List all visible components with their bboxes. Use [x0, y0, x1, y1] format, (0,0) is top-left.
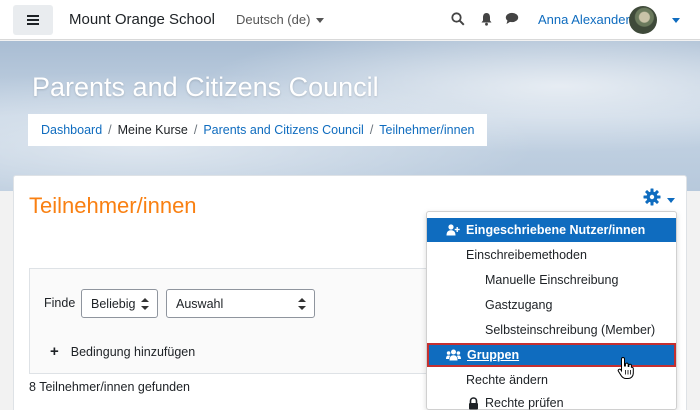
- user-plus-icon: [446, 224, 460, 236]
- menu-item-label: Einschreibemethoden: [466, 248, 587, 262]
- breadcrumb-course[interactable]: Parents and Citizens Council: [203, 123, 364, 137]
- hand-cursor-icon: [617, 356, 634, 379]
- menu-item-enrolled-users[interactable]: Eingeschriebene Nutzer/innen: [427, 218, 676, 242]
- filter-label: Finde: [44, 296, 76, 310]
- site-name-link[interactable]: Mount Orange School: [69, 11, 215, 28]
- gear-icon[interactable]: [643, 188, 661, 206]
- chevron-down-icon: [316, 18, 325, 24]
- menu-item-label: Rechte ändern: [466, 373, 549, 387]
- chat-icon[interactable]: [505, 12, 519, 25]
- chevron-down-icon[interactable]: [667, 198, 675, 203]
- menu-item-guest-access[interactable]: Gastzugang: [427, 293, 676, 317]
- lock-icon: [469, 396, 478, 409]
- user-menu-name[interactable]: Anna Alexander: [538, 12, 630, 27]
- breadcrumb-dashboard[interactable]: Dashboard: [41, 123, 102, 137]
- match-select-value: Beliebig: [91, 296, 136, 311]
- menu-item-label: Gruppen: [467, 348, 520, 362]
- users-icon: [446, 349, 461, 361]
- search-icon[interactable]: [451, 12, 465, 26]
- participants-count: 8 Teilnehmer/innen gefunden: [29, 380, 191, 394]
- bell-icon[interactable]: [480, 12, 493, 26]
- menu-item-label: Eingeschriebene Nutzer/innen: [466, 223, 646, 237]
- match-select[interactable]: Beliebig: [81, 289, 158, 318]
- breadcrumb-separator: /: [369, 123, 374, 137]
- breadcrumb-separator: /: [193, 123, 198, 137]
- chevron-down-icon[interactable]: [672, 18, 680, 23]
- menu-item-label: Rechte prüfen: [485, 396, 564, 410]
- section-heading: Teilnehmer/innen: [29, 193, 197, 218]
- breadcrumb: Dashboard / Meine Kurse / Parents and Ci…: [28, 114, 487, 146]
- filter-type-value: Auswahl: [176, 296, 224, 311]
- language-label: Deutsch (de): [236, 12, 311, 27]
- select-arrows-icon: [141, 298, 149, 310]
- menu-item-enrolment-methods[interactable]: Einschreibemethoden: [427, 243, 676, 267]
- menu-item-check-permissions[interactable]: Rechte prüfen: [427, 391, 676, 410]
- menu-item-label: Manuelle Einschreibung: [485, 273, 619, 287]
- menu-item-label: Gastzugang: [485, 298, 553, 312]
- language-menu[interactable]: Deutsch (de): [236, 12, 325, 27]
- breadcrumb-separator: /: [108, 123, 112, 137]
- menu-item-label: Selbsteinschreibung (Member): [485, 323, 656, 337]
- add-condition-label: Bedingung hinzufügen: [70, 344, 196, 359]
- menu-item-groups[interactable]: Gruppen: [427, 343, 676, 367]
- plus-icon: +: [50, 343, 59, 360]
- avatar[interactable]: [629, 6, 657, 34]
- menu-icon: [27, 15, 39, 25]
- course-admin-dropdown: Eingeschriebene Nutzer/innen Einschreibe…: [426, 211, 677, 410]
- menu-item-manual-enrolment[interactable]: Manuelle Einschreibung: [427, 268, 676, 292]
- filter-type-select[interactable]: Auswahl: [166, 289, 315, 318]
- breadcrumb-participants[interactable]: Teilnehmer/innen: [379, 123, 474, 137]
- add-condition-button[interactable]: + Bedingung hinzufügen: [50, 343, 195, 360]
- page-title: Parents and Citizens Council: [32, 72, 379, 102]
- menu-toggle-button[interactable]: [13, 5, 53, 35]
- top-navbar: Mount Orange School Deutsch (de) Anna Al…: [0, 0, 700, 40]
- breadcrumb-my-courses: Meine Kurse: [117, 123, 188, 137]
- select-arrows-icon: [298, 298, 306, 310]
- menu-item-permissions[interactable]: Rechte ändern: [427, 368, 676, 392]
- menu-item-self-enrolment[interactable]: Selbsteinschreibung (Member): [427, 318, 676, 342]
